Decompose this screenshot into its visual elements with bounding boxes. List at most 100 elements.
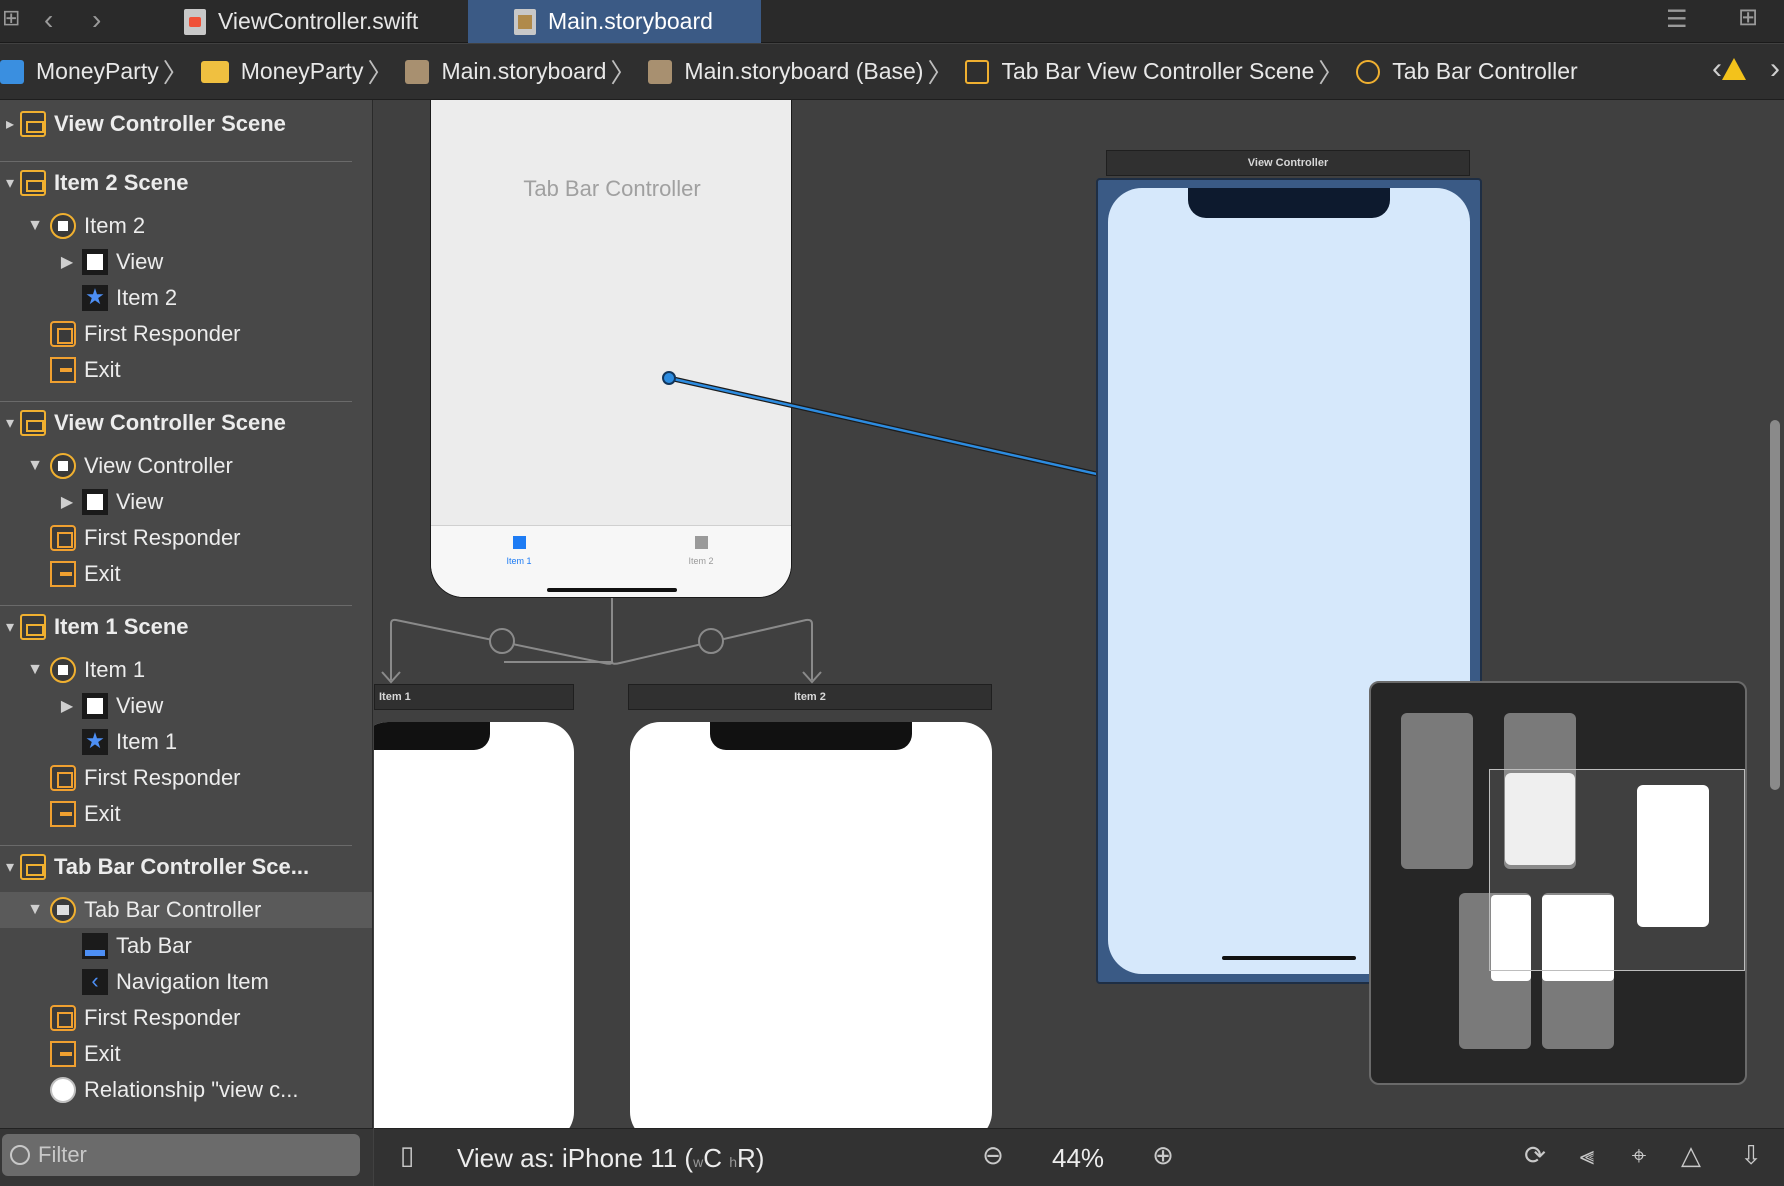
first-responder-icon xyxy=(50,1005,76,1031)
disclosure-triangle-icon[interactable]: ▼ xyxy=(20,661,50,679)
disclosure-triangle-icon[interactable]: ▼ xyxy=(20,457,50,475)
outline-row[interactable]: Exit xyxy=(0,556,372,592)
outline-row[interactable]: ▾ View Controller Scene xyxy=(0,405,372,441)
disclosure-triangle-icon[interactable]: ▾ xyxy=(0,857,20,877)
outline-row[interactable]: ★ Item 2 xyxy=(0,280,372,316)
exit-icon xyxy=(50,801,76,827)
disclosure-triangle-icon[interactable]: ▾ xyxy=(0,617,20,637)
tab-viewcontroller-swift[interactable]: ViewController.swift xyxy=(182,0,467,43)
outline-row[interactable]: ▼ Tab Bar Controller xyxy=(0,892,372,928)
item2-scene-phone[interactable] xyxy=(630,722,992,1128)
filter-field[interactable]: Filter xyxy=(2,1134,360,1176)
item1-scene-phone[interactable] xyxy=(374,722,574,1128)
embed-in-icon[interactable]: ⇩ xyxy=(1736,1138,1766,1172)
outline-row[interactable]: First Responder xyxy=(0,520,372,556)
scene-icon xyxy=(20,410,46,436)
outline-row[interactable]: ▶ View xyxy=(0,484,372,520)
align-icon[interactable]: ⫷ xyxy=(1572,1138,1602,1172)
relationship-icon xyxy=(50,1077,76,1103)
outline-row-label: Item 2 Scene xyxy=(54,170,189,195)
outline-row[interactable]: ▶ View xyxy=(0,688,372,724)
chevron-right-icon: 〉 xyxy=(1318,58,1345,88)
jump-bar: MoneyParty 〉 MoneyParty 〉 Main.storyboar… xyxy=(0,44,1784,100)
breadcrumb-item[interactable]: Main.storyboard xyxy=(397,58,606,85)
zoom-out-icon[interactable]: ⊖ xyxy=(978,1138,1008,1172)
first-responder-icon xyxy=(50,765,76,791)
outline-row-label: View xyxy=(116,489,164,514)
disclosure-triangle-icon[interactable]: ▼ xyxy=(20,217,50,235)
forward-arrow-icon[interactable]: › xyxy=(92,6,101,36)
outline-row-label: Item 2 xyxy=(84,213,146,238)
scene-title-item1[interactable]: Item 1 xyxy=(374,684,574,710)
outline-row[interactable]: ▼ Item 1 xyxy=(0,652,372,688)
outline-row-label: View Controller Scene xyxy=(54,111,286,136)
disclosure-triangle-icon[interactable]: ▶ xyxy=(52,252,82,272)
warning-icon[interactable] xyxy=(1722,58,1746,80)
outline-row[interactable]: ▾ Item 2 Scene xyxy=(0,165,372,201)
notch xyxy=(374,722,490,750)
breadcrumb-item[interactable]: MoneyParty xyxy=(193,58,364,85)
grid-icon[interactable]: ⊞ xyxy=(2,4,20,34)
previous-issue-icon[interactable]: ‹ xyxy=(1712,52,1722,86)
breadcrumb-item[interactable]: Tab Bar View Controller Scene xyxy=(957,58,1314,85)
tab-main-storyboard[interactable]: Main.storyboard xyxy=(468,0,761,43)
outline-row-label: Item 1 xyxy=(116,729,178,754)
outline-row[interactable]: ▼ Item 2 xyxy=(0,208,372,244)
outline-row[interactable]: ▾ Tab Bar Controller Sce... xyxy=(0,849,372,885)
outline-row[interactable]: ▶ View xyxy=(0,244,372,280)
disclosure-triangle-icon[interactable]: ▸ xyxy=(0,114,20,134)
outline-row-label: View Controller Scene xyxy=(54,410,286,435)
breadcrumb-item[interactable]: MoneyParty xyxy=(0,58,159,85)
outline-row[interactable]: ▸ View Controller Scene xyxy=(0,106,372,142)
outline-row[interactable]: Exit xyxy=(0,796,372,832)
scene-title-item2[interactable]: Item 2 xyxy=(628,684,992,710)
outline-row[interactable]: First Responder xyxy=(0,760,372,796)
resolve-issues-icon[interactable]: △ xyxy=(1676,1138,1706,1172)
outline-row-label: Exit xyxy=(84,561,121,586)
vertical-scrollbar[interactable] xyxy=(1770,420,1780,790)
minimap-viewport[interactable] xyxy=(1489,769,1745,971)
outline-row[interactable]: Tab Bar xyxy=(0,928,372,964)
outline-row-label: Item 1 xyxy=(84,657,146,682)
outline-row-label: Exit xyxy=(84,801,121,826)
zoom-in-icon[interactable]: ⊕ xyxy=(1148,1138,1178,1172)
outline-row-label: Tab Bar Controller Sce... xyxy=(54,854,310,879)
outline-row[interactable]: ▼ View Controller xyxy=(0,448,372,484)
xcode-window: ⊞ ‹ › ViewController.swift Main.storyboa… xyxy=(0,0,1784,1186)
filter-icon xyxy=(10,1145,30,1165)
exit-icon xyxy=(50,1041,76,1067)
outline-divider xyxy=(0,161,352,162)
outline-row[interactable]: Exit xyxy=(0,1036,372,1072)
scene-icon xyxy=(20,111,46,137)
view-as-device[interactable]: View as: iPhone 11 (wC hR) xyxy=(457,1143,764,1174)
outline-row[interactable]: ‹ Navigation Item xyxy=(0,964,372,1000)
disclosure-triangle-icon[interactable]: ▼ xyxy=(20,901,50,919)
outline-divider xyxy=(0,845,352,846)
outline-row[interactable]: Relationship "view c... xyxy=(0,1072,372,1108)
view-icon xyxy=(82,489,108,515)
disclosure-triangle-icon[interactable]: ▶ xyxy=(52,492,82,512)
outline-toggle-icon[interactable]: ▯ xyxy=(392,1138,422,1172)
scene-title-view-controller[interactable]: View Controller xyxy=(1106,150,1470,176)
disclosure-triangle-icon[interactable]: ▶ xyxy=(52,696,82,716)
update-frames-icon[interactable]: ⟳ xyxy=(1520,1138,1550,1172)
breadcrumb-item[interactable]: Main.storyboard (Base) xyxy=(640,58,923,85)
outline-row[interactable]: ★ Item 1 xyxy=(0,724,372,760)
tab-label: Main.storyboard xyxy=(548,8,713,34)
outline-row[interactable]: First Responder xyxy=(0,1000,372,1036)
disclosure-triangle-icon[interactable]: ▾ xyxy=(0,173,20,193)
back-arrow-icon[interactable]: ‹ xyxy=(44,6,53,36)
next-issue-icon[interactable]: › xyxy=(1770,52,1780,86)
add-editor-icon[interactable]: ⊞ xyxy=(1738,4,1758,34)
folder-icon xyxy=(200,60,229,83)
outline-row[interactable]: ▾ Item 1 Scene xyxy=(0,609,372,645)
app-icon xyxy=(0,59,24,84)
lines-icon[interactable]: ☰ xyxy=(1666,6,1688,36)
breadcrumb-item[interactable]: Tab Bar Controller xyxy=(1348,58,1578,85)
outline-row[interactable]: First Responder xyxy=(0,316,372,352)
breadcrumb-label: MoneyParty xyxy=(240,58,364,84)
outline-row[interactable]: Exit xyxy=(0,352,372,388)
canvas-minimap[interactable] xyxy=(1369,681,1747,1085)
disclosure-triangle-icon[interactable]: ▾ xyxy=(0,413,20,433)
add-constraints-icon[interactable]: ⌖ xyxy=(1624,1138,1654,1172)
